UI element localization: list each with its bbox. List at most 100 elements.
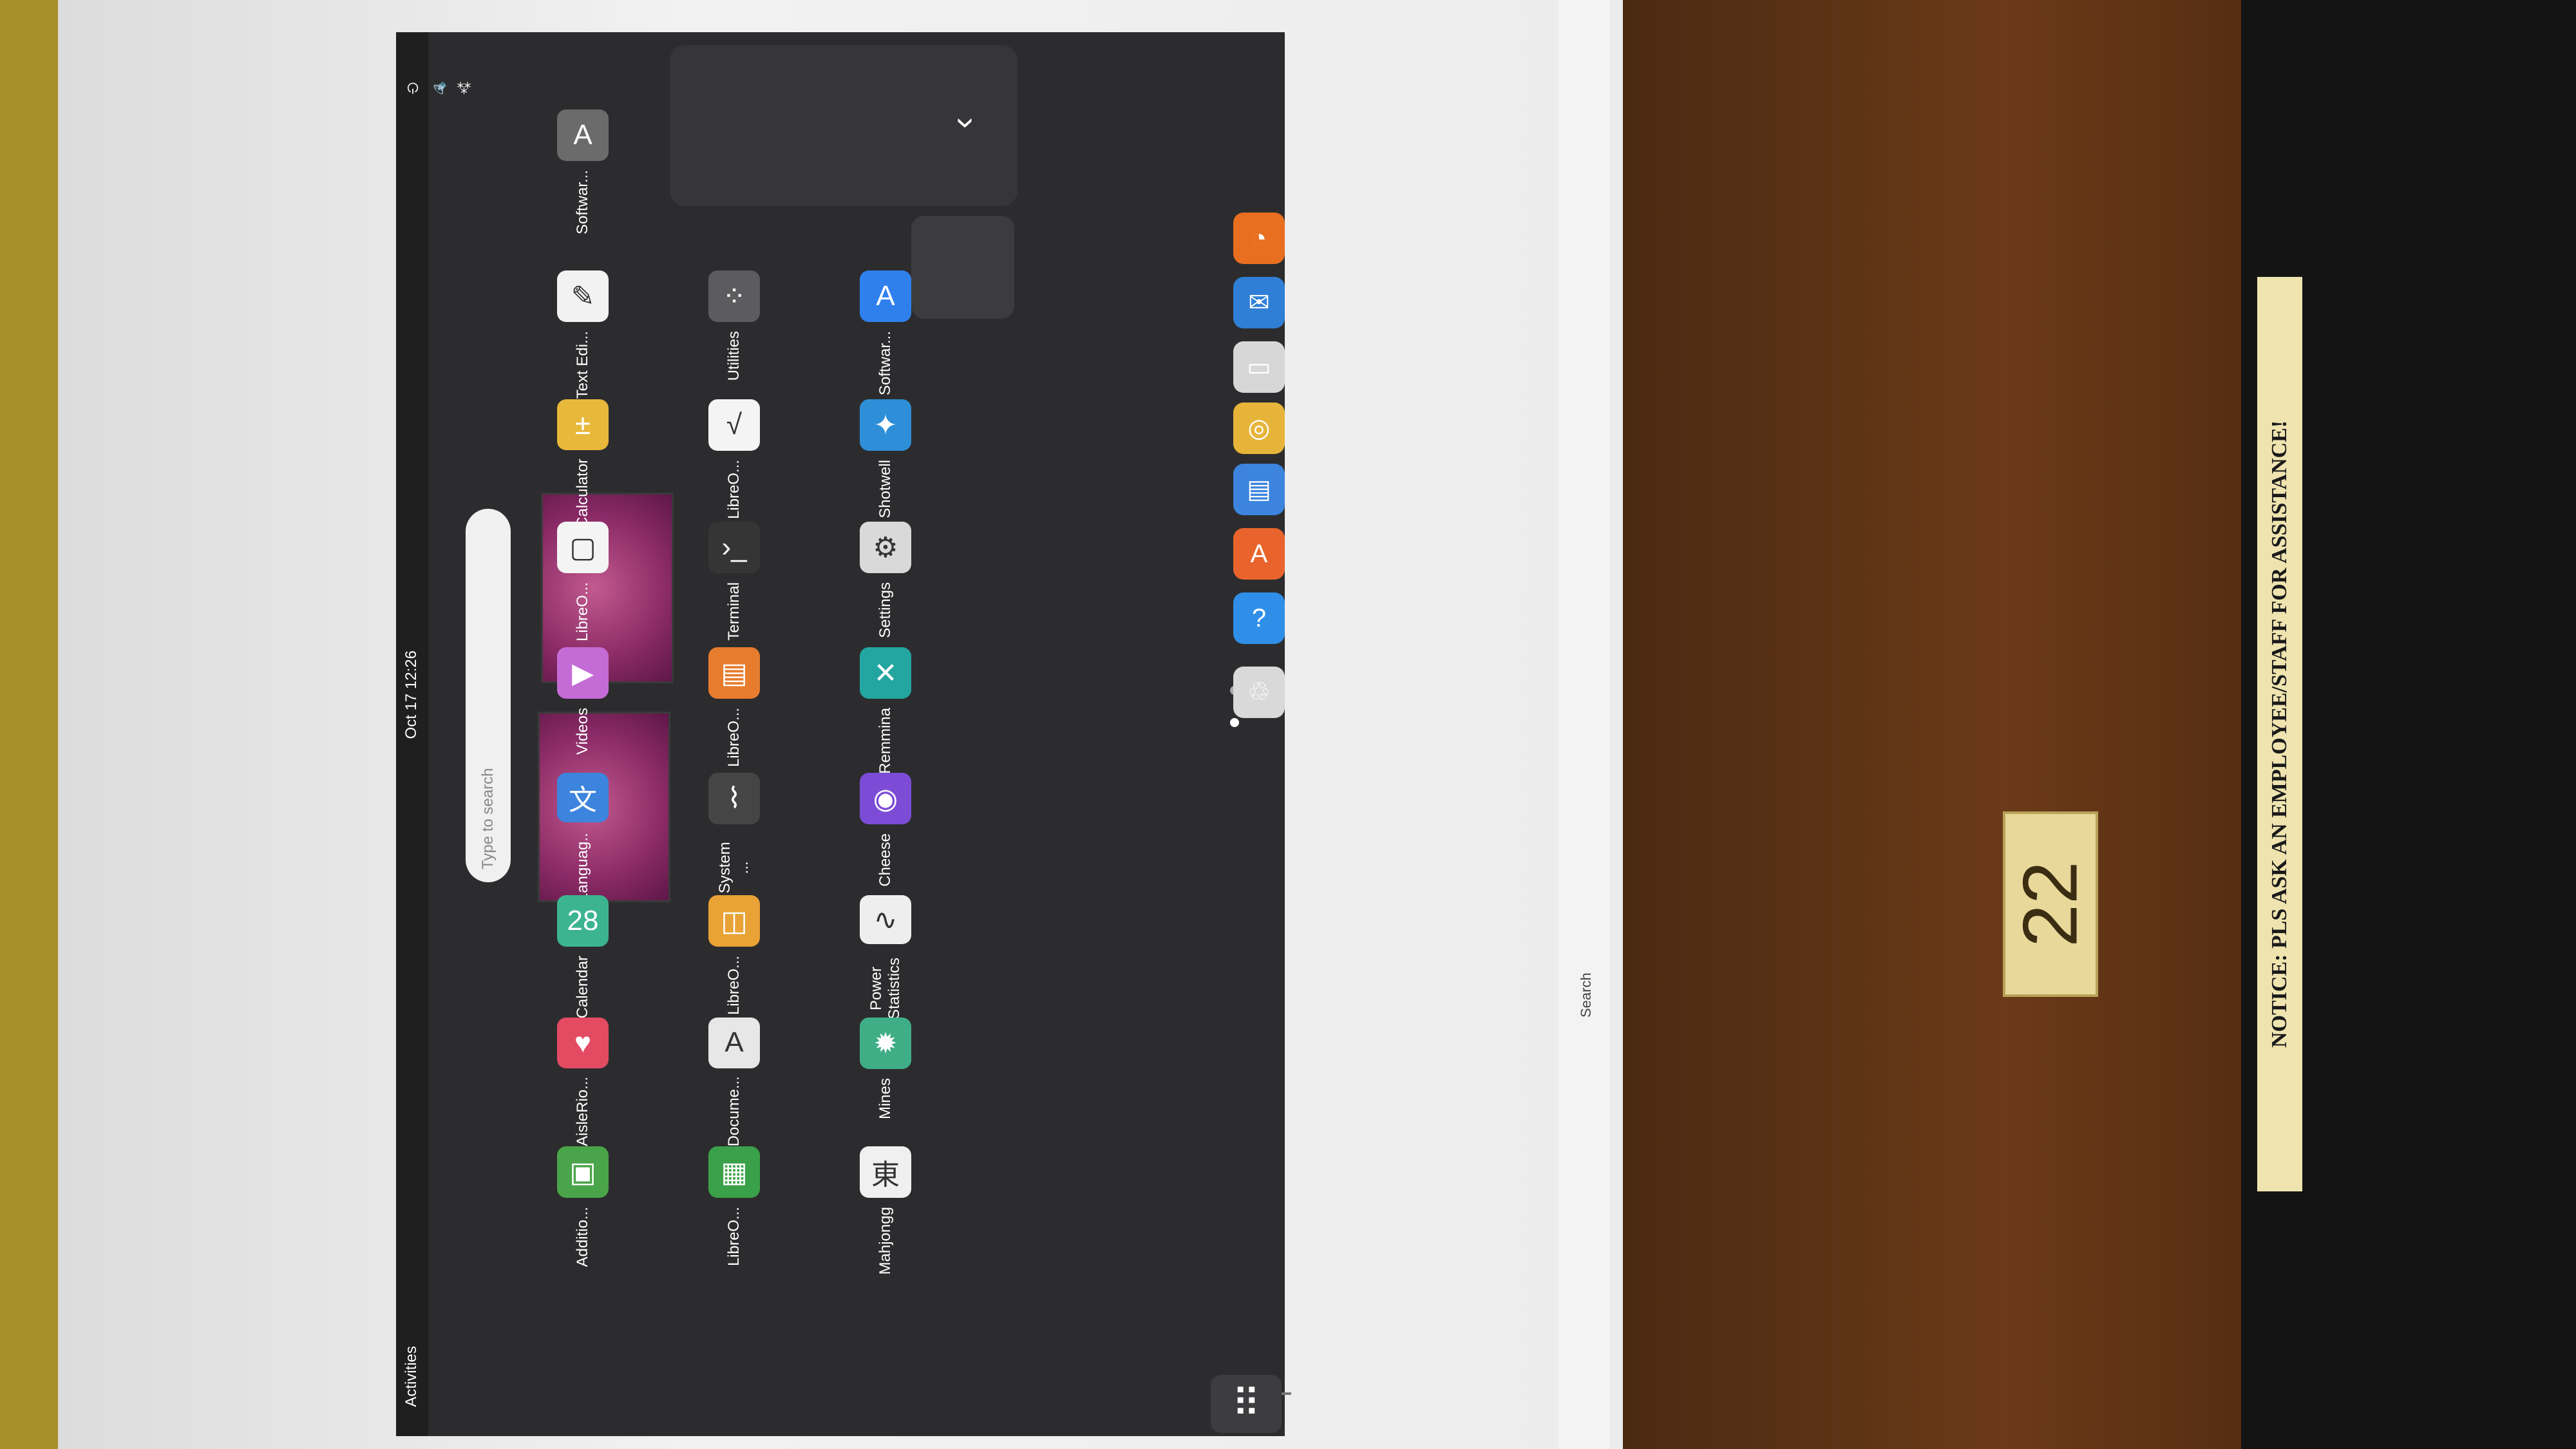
app-text-editor[interactable]: ✎ Text Edi... <box>535 270 631 399</box>
software-icon: A <box>860 270 911 322</box>
settings-icon: ⚙ <box>860 522 911 573</box>
chevron-up-icon[interactable]: ‹ <box>942 117 982 129</box>
power-statistics-icon: ∿ <box>860 895 911 944</box>
software-updater-icon: A <box>557 109 609 161</box>
ubuntu-screen: Activities Oct 17 12:26 ⏻ 🔈 ⁂ Type to se… <box>396 32 1291 1436</box>
app-mines[interactable]: ✹ Mines <box>837 1018 934 1146</box>
libreoffice-math-icon: √ <box>708 399 760 451</box>
volume-icon: 🔈 <box>430 78 446 96</box>
app-language[interactable]: 文 Languag... <box>535 773 631 902</box>
aisleriot-icon: ♥ <box>557 1018 609 1069</box>
videos-icon: ▶ <box>557 647 609 699</box>
libreoffice-draw-icon: ◫ <box>708 895 760 947</box>
language-icon: 文 <box>557 773 609 822</box>
app-label: Settings <box>876 582 894 638</box>
files-icon[interactable]: ▭ <box>1233 341 1285 393</box>
calculator-icon: ± <box>557 399 609 451</box>
app-label: Terminal <box>725 582 743 641</box>
app-label: Remmina <box>876 708 894 774</box>
app-utilities-folder[interactable]: ⁘ Utilities <box>686 270 782 399</box>
top-bar: Activities Oct 17 12:26 ⏻ 🔈 ⁂ <box>396 32 471 1436</box>
app-label: Mahjongg <box>876 1207 894 1275</box>
app-label: LibreO... <box>725 460 743 520</box>
app-label: LibreO... <box>725 956 743 1016</box>
page-dot-active[interactable] <box>1230 718 1239 727</box>
libreoffice-icon: ▢ <box>557 522 609 573</box>
app-software[interactable]: A Softwar... <box>837 270 934 399</box>
app-label: Shotwell <box>876 460 894 518</box>
app-label: Videos <box>574 708 591 755</box>
clock[interactable]: Oct 17 12:26 <box>402 650 421 739</box>
monitor-bezel <box>0 0 58 1449</box>
terminal-icon: ›_ <box>708 522 760 573</box>
app-label: Additio... <box>574 1207 591 1267</box>
activities-button[interactable]: Activities <box>402 1346 421 1407</box>
windows-taskbar <box>1558 0 1610 1449</box>
firefox-icon[interactable]: ◔ <box>1233 213 1285 264</box>
trash-icon[interactable]: ♲ <box>1233 667 1285 718</box>
system-status-area[interactable]: ⏻ 🔈 ⁂ <box>404 45 471 129</box>
app-mahjongg[interactable]: 東 Mahjongg <box>837 1146 934 1275</box>
app-additional-drivers[interactable]: ▣ Additio... <box>535 1146 631 1275</box>
rhythmbox-icon[interactable]: ◎ <box>1233 402 1285 454</box>
calendar-icon: 28 <box>557 895 609 947</box>
app-terminal[interactable]: ›_ Terminal <box>686 522 782 650</box>
app-libreoffice[interactable]: ▢ LibreO... <box>535 522 631 650</box>
document-viewer-icon: A <box>708 1018 760 1068</box>
show-apps-button[interactable]: ⠿ <box>1211 1375 1282 1433</box>
mines-icon: ✹ <box>860 1018 911 1069</box>
app-remmina[interactable]: ✕ Remmina <box>837 647 934 776</box>
network-icon: ⁂ <box>455 79 471 95</box>
app-label: System ... <box>716 841 752 893</box>
utilities-folder-icon: ⁘ <box>708 270 760 322</box>
app-libreoffice-calc[interactable]: ▦ LibreO... <box>686 1146 782 1275</box>
app-libreoffice-impress[interactable]: ▤ LibreO... <box>686 647 782 776</box>
search-input[interactable]: Type to search <box>466 509 511 882</box>
app-calendar[interactable]: 28 Calendar <box>535 895 631 1024</box>
app-label: Softwar... <box>574 170 591 235</box>
power-icon: ⏻ <box>404 80 420 94</box>
app-shotwell[interactable]: ✦ Shotwell <box>837 399 934 528</box>
software-center-icon[interactable]: A <box>1233 528 1285 580</box>
app-aisleriot[interactable]: ♥ AisleRio... <box>535 1018 631 1146</box>
help-icon[interactable]: ? <box>1233 592 1285 644</box>
windows-search-label: Search <box>1578 972 1594 1018</box>
app-label: LibreO... <box>725 1207 743 1267</box>
station-number: 22 <box>2007 861 2094 947</box>
app-settings[interactable]: ⚙ Settings <box>837 522 934 650</box>
shotwell-icon: ✦ <box>860 399 911 451</box>
app-libreoffice-draw[interactable]: ◫ LibreO... <box>686 895 782 1024</box>
remmina-icon: ✕ <box>860 647 911 699</box>
station-number-tag: 22 <box>2003 811 2098 997</box>
libreoffice-calc-icon: ▦ <box>708 1146 760 1198</box>
app-videos[interactable]: ▶ Videos <box>535 647 631 776</box>
cheese-icon: ◉ <box>860 773 911 824</box>
thunderbird-icon[interactable]: ✉ <box>1233 277 1285 328</box>
app-system-monitor[interactable]: ⌇ System ... <box>686 773 782 902</box>
app-label: Softwar... <box>876 331 894 396</box>
app-label: AisleRio... <box>574 1077 591 1146</box>
app-label: Docume... <box>725 1077 743 1146</box>
app-label: LibreO... <box>574 582 591 642</box>
app-label: Mines <box>876 1078 894 1120</box>
app-label: Cheese <box>876 833 894 887</box>
app-label: Calculator <box>574 459 591 528</box>
app-power-statistics[interactable]: ∿ Power Statistics <box>837 895 934 1024</box>
app-label: Power Statistics <box>867 957 903 1020</box>
notice-label: NOTICE: PLS ASK AN EMPLOYEE/STAFF FOR AS… <box>2257 277 2302 1191</box>
mahjongg-icon: 東 <box>860 1146 911 1198</box>
libreoffice-impress-icon: ▤ <box>708 647 760 699</box>
app-document-viewer[interactable]: A Docume... <box>686 1018 782 1146</box>
app-software-updater[interactable]: A Softwar... <box>535 109 631 238</box>
app-calculator[interactable]: ± Calculator <box>535 399 631 528</box>
app-cheese[interactable]: ◉ Cheese <box>837 773 934 902</box>
app-label: Languag... <box>574 831 591 902</box>
app-label: Text Edi... <box>574 331 591 399</box>
libreoffice-writer-icon[interactable]: ▤ <box>1233 464 1285 515</box>
app-libreoffice-math[interactable]: √ LibreO... <box>686 399 782 528</box>
app-label: Calendar <box>574 956 591 1019</box>
app-label: LibreO... <box>725 708 743 768</box>
app-label: Utilities <box>725 331 743 381</box>
system-monitor-icon: ⌇ <box>708 773 760 824</box>
additional-drivers-icon: ▣ <box>557 1146 609 1198</box>
